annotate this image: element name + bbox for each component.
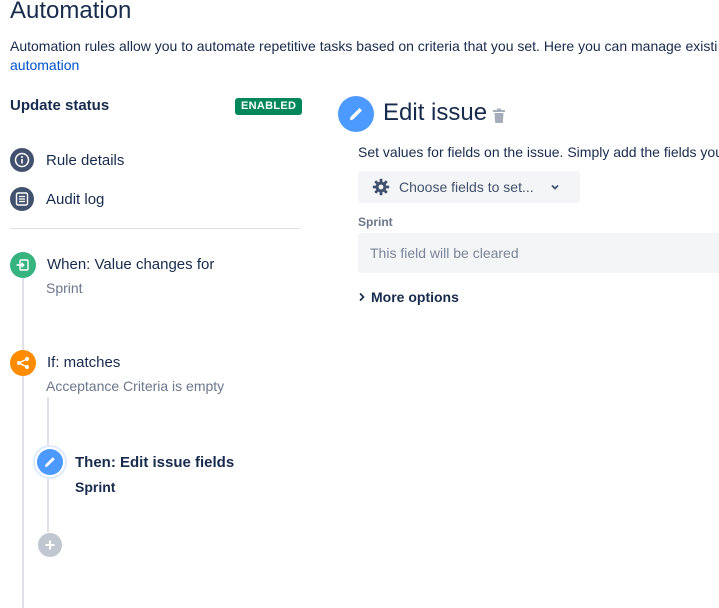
trigger-subtitle: Sprint	[46, 280, 83, 296]
action-title: Then: Edit issue fields	[75, 454, 235, 471]
chevron-right-icon	[359, 292, 365, 302]
info-icon	[10, 148, 34, 172]
edit-issue-icon	[338, 96, 374, 132]
page-title: Automation	[10, 0, 132, 24]
branch-icon	[10, 350, 36, 376]
condition-subtitle: Acceptance Criteria is empty	[46, 378, 225, 394]
trigger-title: When: Value changes for	[47, 256, 215, 273]
condition-step[interactable]: If: matches Acceptance Criteria is empty	[10, 350, 290, 400]
edit-issue-description: Set values for fields on the issue. Simp…	[358, 144, 719, 160]
plus-icon	[45, 540, 55, 550]
automation-link[interactable]: automation	[10, 57, 79, 73]
choose-fields-button[interactable]: Choose fields to set...	[358, 171, 580, 203]
rule-name: Update status	[10, 97, 110, 114]
add-step-button[interactable]	[38, 533, 62, 557]
more-options-toggle[interactable]: More options	[358, 289, 459, 305]
gear-icon	[372, 178, 390, 196]
trigger-step[interactable]: When: Value changes for Sprint	[10, 252, 290, 302]
delete-trash-icon[interactable]	[492, 108, 506, 129]
status-badge: ENABLED	[235, 98, 303, 115]
audit-log-link[interactable]: Audit log	[10, 186, 104, 212]
trigger-icon	[10, 252, 36, 278]
more-options-label: More options	[371, 289, 459, 305]
divider	[10, 228, 300, 229]
condition-title: If: matches	[47, 354, 121, 371]
action-step[interactable]: Then: Edit issue fields Sprint	[37, 449, 297, 499]
sprint-field-placeholder: This field will be cleared	[370, 245, 519, 261]
sprint-field-label: Sprint	[358, 215, 393, 229]
rule-details-link[interactable]: Rule details	[10, 147, 124, 173]
pencil-icon	[37, 449, 63, 475]
choose-fields-label: Choose fields to set...	[399, 179, 534, 195]
action-subtitle: Sprint	[75, 479, 116, 495]
chevron-down-icon	[551, 184, 559, 190]
edit-issue-title: Edit issue	[383, 99, 488, 126]
rule-details-label: Rule details	[46, 151, 125, 169]
audit-log-label: Audit log	[46, 190, 105, 208]
timeline-line	[22, 270, 24, 608]
sprint-field[interactable]: This field will be cleared	[358, 233, 719, 273]
page-description: Automation rules allow you to automate r…	[10, 38, 718, 54]
list-icon	[10, 187, 34, 211]
